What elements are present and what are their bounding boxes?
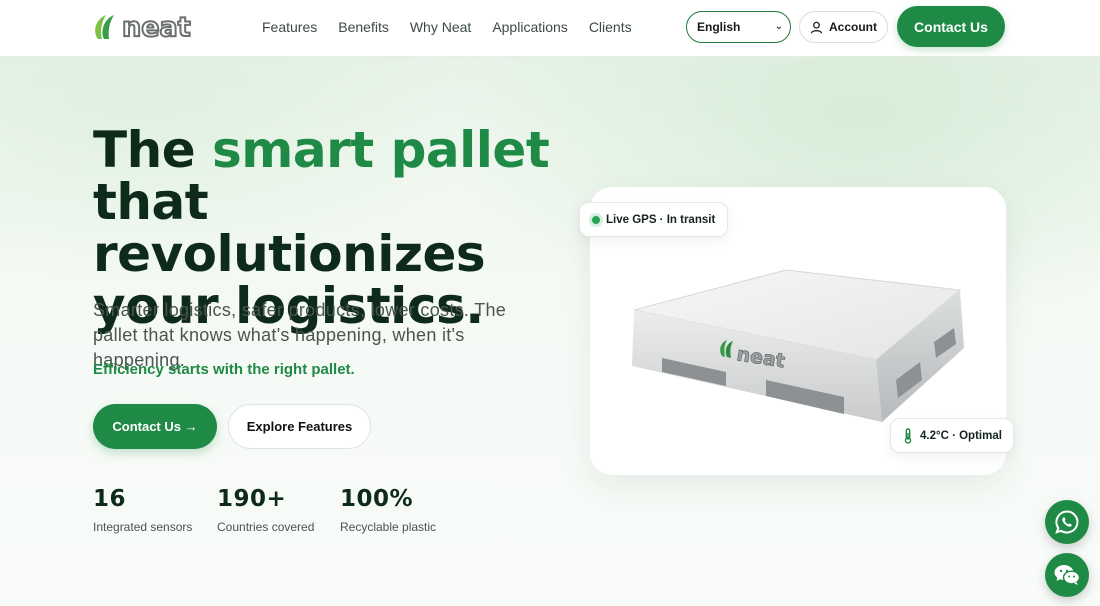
live-dot-icon (592, 215, 600, 224)
stat-label: Recyclable plastic (340, 520, 437, 534)
wechat-button[interactable] (1045, 553, 1089, 597)
stat-value: 100% (340, 486, 414, 512)
temperature-chip: 4.2°C · Optimal (890, 418, 1014, 453)
brand-logo[interactable]: neat (92, 11, 194, 43)
account-button[interactable]: Account (799, 11, 888, 43)
brand-wordmark: neat (121, 11, 192, 43)
temperature-text: 4.2°C · Optimal (920, 429, 1002, 442)
explore-features-button[interactable]: Explore Features (228, 404, 371, 449)
nav-item-why-neat[interactable]: Why Neat (410, 18, 471, 36)
hero-title-accent: smart pallet (212, 121, 550, 179)
chevron-down-icon: ⌄ (774, 21, 783, 32)
gps-status-text: Live GPS · In transit (606, 213, 716, 226)
stat-label: Integrated sensors (93, 520, 193, 534)
hero-tagline: Efficiency starts with the right pallet. (93, 361, 355, 378)
user-icon (810, 21, 823, 34)
language-selected-value: English (697, 20, 741, 34)
nav-item-benefits[interactable]: Benefits (338, 18, 389, 36)
stat-sensors: 16 Integrated sensors (93, 484, 192, 534)
gps-status-chip: Live GPS · In transit (579, 202, 729, 237)
account-label: Account (829, 20, 877, 34)
smart-pallet-image: neat (632, 269, 964, 422)
stat-countries: 190+ Countries covered (217, 484, 314, 534)
nav-item-clients[interactable]: Clients (589, 18, 632, 36)
leaf-logo-icon (95, 15, 114, 39)
nav-item-features[interactable]: Features (262, 18, 317, 36)
whatsapp-icon (1055, 510, 1079, 534)
nav-item-applications[interactable]: Applications (492, 18, 568, 36)
main-nav: Features Benefits Why Neat Applications … (262, 18, 653, 36)
wechat-icon (1054, 565, 1081, 585)
thermometer-icon (904, 427, 912, 444)
hero-title-part1: The (93, 121, 213, 179)
stat-recyclable: 100% Recyclable plastic (340, 484, 436, 534)
contact-us-header-button[interactable]: Contact Us (897, 6, 1005, 47)
stat-label: Countries covered (217, 520, 315, 534)
whatsapp-button[interactable] (1045, 500, 1089, 544)
site-header: neat Features Benefits Why Neat Applicat… (0, 0, 1100, 57)
stat-value: 190+ (217, 486, 287, 512)
language-select[interactable]: English ⌄ (686, 11, 791, 43)
stat-value: 16 (93, 486, 127, 512)
contact-us-hero-button[interactable]: Contact Us → (93, 404, 217, 449)
